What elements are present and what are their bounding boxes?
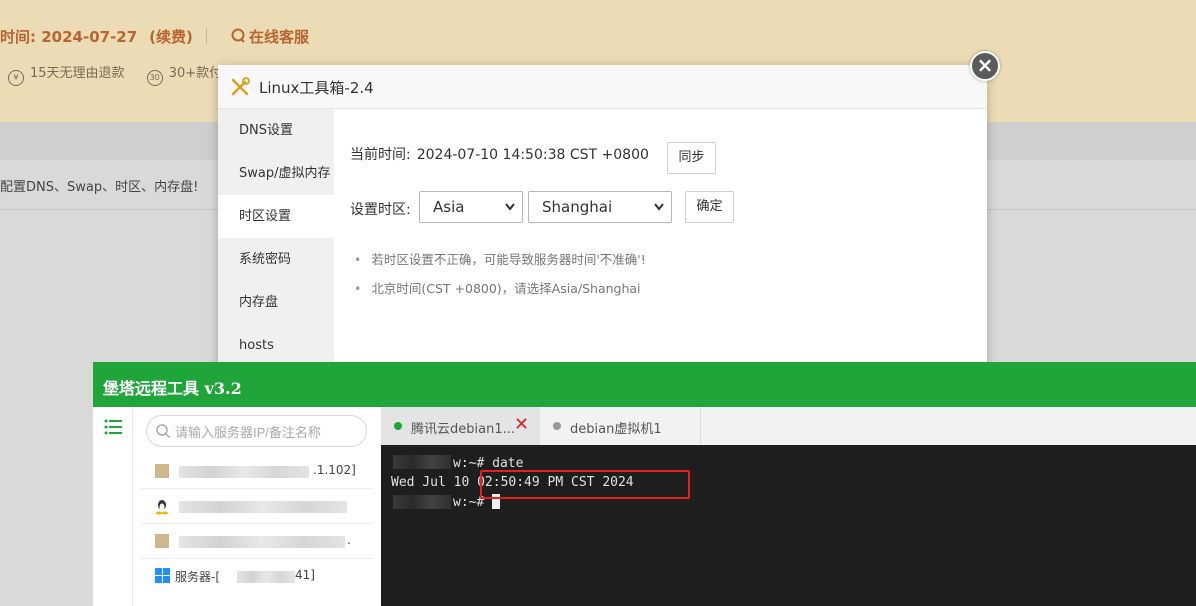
- tab-label: 腾讯云debian1...: [411, 422, 515, 437]
- tools-icon: [231, 77, 250, 96]
- server-icon: [155, 534, 169, 548]
- menu-item-timezone[interactable]: 时区设置: [218, 195, 334, 238]
- region-select[interactable]: Asia: [419, 191, 523, 223]
- server-address: .: [347, 533, 351, 547]
- search-icon: [156, 424, 171, 439]
- close-tab-icon[interactable]: ✕: [514, 414, 529, 435]
- session-tabs: 腾讯云debian1... ✕ debian虚拟机1: [381, 407, 1196, 445]
- toolbox-sidebar: DNS设置 Swap/虚拟内存 时区设置 系统密码 内存盘 hosts: [218, 109, 334, 375]
- service-label: 在线客服: [249, 28, 310, 46]
- menu-item-hosts[interactable]: hosts: [218, 324, 334, 367]
- baota-remote-window: 堡塔远程工具 v3.2 .1.102] . 服务器-[: [93, 362, 1196, 606]
- server-name: 服务器-[: [175, 570, 221, 584]
- redacted-text: [179, 536, 345, 548]
- dialog-title: Linux工具箱-2.4: [259, 79, 374, 97]
- server-item[interactable]: 服务器-[ 41]: [141, 560, 373, 594]
- chevron-down-icon: [654, 203, 664, 211]
- linux-toolbox-dialog: Linux工具箱-2.4 × DNS设置 Swap/虚拟内存 时区设置 系统密码…: [218, 51, 1000, 375]
- menu-item-password[interactable]: 系统密码: [218, 238, 334, 281]
- dialog-header: Linux工具箱-2.4 ×: [218, 51, 1000, 109]
- timezone-label: 设置时区:: [350, 202, 411, 218]
- current-time-row: 当前时间: 2024-07-10 14:50:38 CST +0800: [350, 144, 649, 164]
- server-icon: [155, 464, 169, 478]
- baota-sidebar: [93, 407, 133, 606]
- plugins-icon: 30: [146, 70, 163, 86]
- redacted-text: [179, 466, 309, 478]
- current-time-label: 当前时间:: [350, 147, 411, 163]
- city-select[interactable]: Shanghai: [528, 191, 672, 223]
- time-highlight-box: [480, 470, 690, 499]
- server-list-panel: .1.102] . 服务器-[ 41]: [133, 407, 381, 606]
- chat-icon: [231, 28, 245, 43]
- expire-date: 时间: 2024-07-27 (续费): [0, 26, 193, 47]
- windows-icon: [155, 568, 170, 583]
- city-value: Shanghai: [542, 198, 613, 216]
- offline-status-dot: [553, 422, 561, 430]
- feature-refund: ¥15天无理由退款: [8, 62, 125, 86]
- tip-item: 若时区设置不正确，可能导致服务器时间'不准确'!: [354, 249, 645, 268]
- menu-item-dns[interactable]: DNS设置: [218, 109, 334, 152]
- redacted-prompt: [393, 455, 451, 469]
- server-search-input[interactable]: [175, 422, 360, 442]
- refund-icon: ¥: [8, 70, 24, 86]
- server-search: [146, 415, 367, 447]
- redacted-prompt: [393, 495, 451, 509]
- sync-button[interactable]: 同步: [667, 142, 716, 174]
- tip-item: 北京时间(CST +0800)，请选择Asia/Shanghai: [354, 278, 646, 297]
- divider: [206, 28, 207, 44]
- server-item[interactable]: .: [141, 525, 373, 559]
- server-address: 41]: [295, 568, 315, 582]
- current-time-value: 2024-07-10 14:50:38 CST +0800: [416, 147, 649, 163]
- terminal-line-command: w:~# date: [453, 456, 524, 471]
- server-address: .1.102]: [313, 463, 356, 477]
- close-button[interactable]: ×: [970, 51, 1000, 81]
- list-menu-icon[interactable]: [104, 419, 122, 435]
- feature-list: ¥15天无理由退款 30 30+款付: [8, 62, 240, 86]
- server-item[interactable]: [141, 490, 373, 524]
- linux-icon: [156, 500, 168, 515]
- chevron-down-icon: [505, 203, 515, 211]
- renew-link[interactable]: (续费): [149, 28, 193, 46]
- expire-text: 时间: 2024-07-27: [0, 28, 138, 46]
- redacted-text: [179, 501, 347, 513]
- timezone-panel: 当前时间: 2024-07-10 14:50:38 CST +0800 同步 设置…: [334, 109, 987, 375]
- server-item[interactable]: .1.102]: [141, 455, 373, 489]
- tab-label: debian虚拟机1: [570, 422, 662, 437]
- baota-title: 堡塔远程工具 v3.2: [103, 379, 242, 398]
- online-status-dot: [394, 422, 402, 430]
- tab-debian-vm[interactable]: debian虚拟机1: [540, 407, 701, 445]
- menu-item-ramdisk[interactable]: 内存盘: [218, 281, 334, 324]
- feature-plugins: 30 30+款付: [146, 62, 222, 86]
- region-value: Asia: [433, 198, 465, 216]
- tips-list: 若时区设置不正确，可能导致服务器时间'不准确'! 北京时间(CST +0800)…: [354, 249, 646, 307]
- tab-tencent-debian[interactable]: 腾讯云debian1... ✕: [381, 407, 540, 445]
- terminal[interactable]: w:~# date Wed Jul 10 02:50:49 PM CST 202…: [381, 445, 1196, 606]
- menu-item-swap[interactable]: Swap/虚拟内存: [218, 152, 334, 195]
- background-row-text: 配置DNS、Swap、时区、内存盘!: [0, 180, 199, 195]
- baota-titlebar: 堡塔远程工具 v3.2: [93, 362, 1196, 407]
- confirm-button[interactable]: 确定: [685, 191, 734, 223]
- online-service-link[interactable]: 在线客服: [230, 26, 309, 47]
- redacted-text: [237, 571, 295, 583]
